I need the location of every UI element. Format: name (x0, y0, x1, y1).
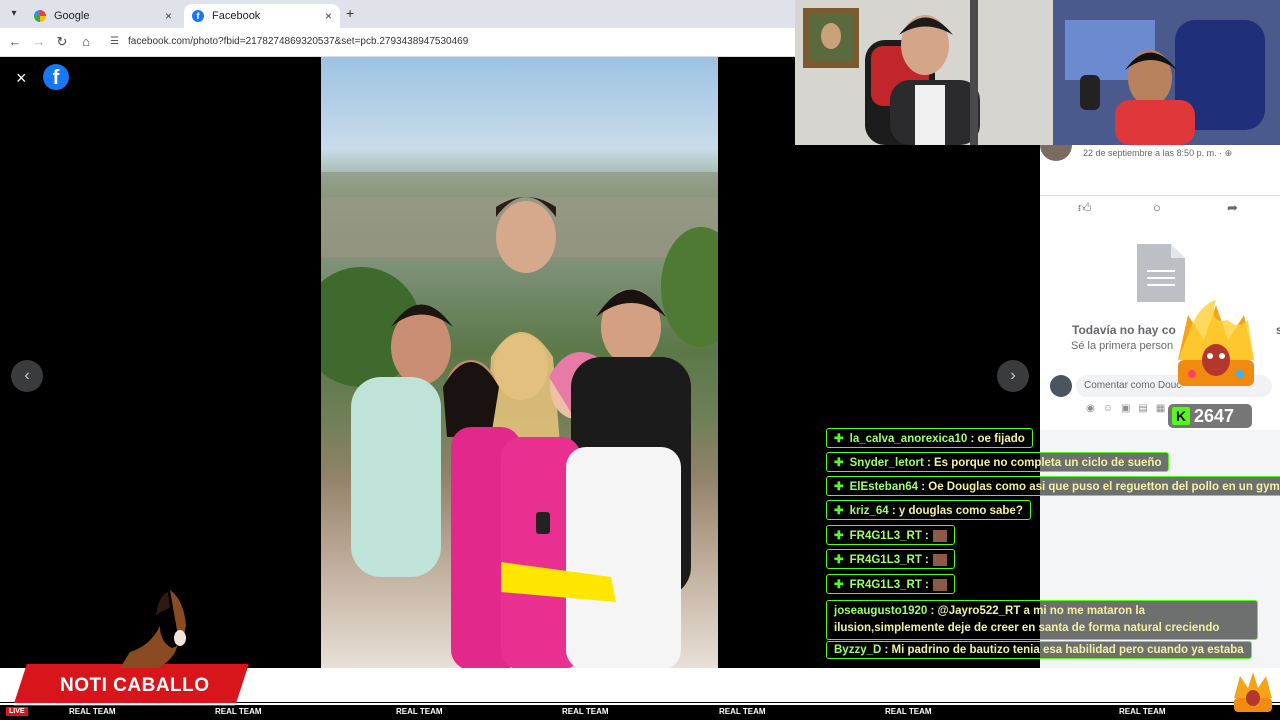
chat-message: ✚ FR4G1L3_RT : (826, 525, 955, 545)
tab-google[interactable]: Google × (26, 4, 180, 28)
share-icon[interactable]: ➦ (1227, 200, 1238, 216)
reload-icon[interactable]: ↻ (54, 34, 70, 50)
chat-message: ✚ FR4G1L3_RT : (826, 574, 955, 594)
chat-message: ✚ FR4G1L3_RT : (826, 549, 955, 569)
chat-badge-icon: ✚ (834, 481, 844, 493)
chat-text: : (921, 554, 929, 566)
group-photo (321, 57, 718, 670)
google-favicon-icon (34, 10, 46, 22)
ticker-item: REAL TEAM (719, 707, 766, 716)
chat-message: ✚ ElEsteban64 : Oe Douglas como asi que p… (826, 476, 1280, 496)
like-icon[interactable]: 👍︎ (1078, 200, 1092, 216)
streamer-webcam (795, 0, 1280, 145)
avatar-sticker-icon[interactable]: ◉ (1086, 403, 1103, 414)
show-title: NOTI CABALLO (60, 675, 210, 696)
chat-username[interactable]: Byzzy_D (834, 644, 881, 656)
live-chat: ✚ la_calva_anorexica10 : oe fijado ✚ Snyder… (826, 428, 1280, 668)
ticker-item: REAL TEAM (215, 707, 262, 716)
chat-emote-icon (932, 529, 947, 542)
gif-icon[interactable]: ▤ (1138, 403, 1155, 414)
chat-message: Byzzy_D : Mi padrino de bautizo tenia es… (826, 641, 1252, 659)
ticker-item: REAL TEAM (885, 707, 932, 716)
group-photo-illustration (321, 172, 718, 670)
post-author-avatar[interactable] (1040, 145, 1072, 161)
chat-username[interactable]: joseaugusto1920 (834, 605, 927, 617)
ticker-item: REAL TEAM (396, 707, 443, 716)
crown-mascot-icon (1178, 300, 1254, 386)
ticker-item: REAL TEAM (1119, 707, 1166, 716)
chat-username[interactable]: FR4G1L3_RT (850, 579, 922, 591)
chat-username[interactable]: FR4G1L3_RT (850, 530, 922, 542)
chat-username[interactable]: kriz_64 (850, 505, 889, 517)
kick-logo-icon: K (1172, 407, 1190, 425)
ticker-item: REAL TEAM (69, 707, 116, 716)
chat-text: : Mi padrino de bautizo tenia esa habili… (881, 644, 1244, 656)
commenter-avatar (1050, 375, 1072, 397)
chat-message: ✚ la_calva_anorexica10 : oe fijado (826, 428, 1033, 448)
next-photo-button[interactable]: › (997, 360, 1029, 392)
home-icon[interactable]: ⌂ (78, 34, 94, 50)
close-viewer-icon[interactable]: × (16, 69, 27, 87)
chat-badge-icon: ✚ (834, 530, 844, 542)
previous-photo-button[interactable]: ‹ (11, 360, 43, 392)
chat-message: joseaugusto1920 : @Jayro522_RT a mi no m… (826, 600, 1258, 640)
viewer-counter: K 2647 (1168, 404, 1252, 428)
webcam-illustration (795, 0, 1280, 145)
comment-icon[interactable]: ○ (1153, 200, 1161, 215)
back-arrow-icon[interactable]: ← (7, 34, 23, 50)
tab-facebook[interactable]: f Facebook × (184, 4, 340, 28)
camera-icon[interactable]: ▣ (1121, 403, 1138, 414)
site-info-icon[interactable]: ☰ (110, 37, 122, 47)
url-field[interactable]: facebook.com/photo?fbid=2178274869320537… (128, 36, 468, 47)
chat-emote-icon (932, 553, 947, 566)
live-badge: LIVE (6, 707, 28, 716)
facebook-favicon-icon: f (192, 10, 204, 22)
chat-emote-icon (932, 578, 947, 591)
chat-text: : oe fijado (967, 433, 1025, 445)
chat-badge-icon: ✚ (834, 457, 844, 469)
ticker-divider (0, 703, 1280, 705)
chat-username[interactable]: Snyder_letort (850, 457, 924, 469)
chat-text: : (921, 530, 929, 542)
chat-badge-icon: ✚ (834, 433, 844, 445)
chat-message: ✚ kriz_64 : y douglas como sabe? (826, 500, 1031, 520)
comment-tools: ◉☺▣▤▦ (1086, 403, 1173, 414)
emoji-icon[interactable]: ☺ (1103, 403, 1121, 414)
post-date[interactable]: 22 de septiembre a las 8:50 p. m. · ⊕ (1083, 148, 1232, 159)
mini-crown-icon (1234, 672, 1272, 712)
chat-text: : Es porque no completa un ciclo de sueñ… (923, 457, 1162, 469)
empty-comments-document-icon (1137, 244, 1185, 302)
facebook-logo-icon[interactable]: f (43, 64, 69, 90)
screen: ▾ Google × f Facebook × + ← → ↻ ⌂ ☰ face… (0, 0, 1280, 720)
new-tab-button[interactable]: + (346, 5, 354, 21)
chat-badge-icon: ✚ (834, 505, 844, 517)
chat-text: : y douglas como sabe? (888, 505, 1023, 517)
chat-message: ✚ Snyder_letort : Es porque no completa u… (826, 452, 1170, 472)
tab-google-close-icon[interactable]: × (165, 9, 172, 23)
post-actions: 👍︎ ○ ➦ (1040, 195, 1280, 219)
forward-arrow-icon[interactable]: → (31, 34, 47, 50)
chat-username[interactable]: ElEsteban64 (850, 481, 918, 493)
chat-badge-icon: ✚ (834, 579, 844, 591)
horse-mascot-icon (120, 590, 186, 668)
chat-text: : (921, 579, 929, 591)
chat-text: : Oe Douglas como asi que puso el reguet… (918, 481, 1280, 493)
tab-google-label: Google (54, 10, 90, 22)
tab-facebook-label: Facebook (212, 10, 261, 22)
tab-search-chevron-icon[interactable]: ▾ (6, 6, 22, 22)
viewer-count: 2647 (1194, 406, 1235, 426)
chat-username[interactable]: la_calva_anorexica10 (850, 433, 968, 445)
browser-address-bar: ← → ↻ ⌂ ☰ facebook.com/photo?fbid=217827… (0, 28, 795, 57)
browser-tab-bar: ▾ Google × f Facebook × + (0, 0, 795, 28)
chat-username[interactable]: FR4G1L3_RT (850, 554, 922, 566)
chat-badge-icon: ✚ (834, 554, 844, 566)
tab-facebook-close-icon[interactable]: × (325, 9, 332, 23)
ticker-item: REAL TEAM (562, 707, 609, 716)
be-first-to-comment: Sé la primera person (1071, 340, 1174, 352)
